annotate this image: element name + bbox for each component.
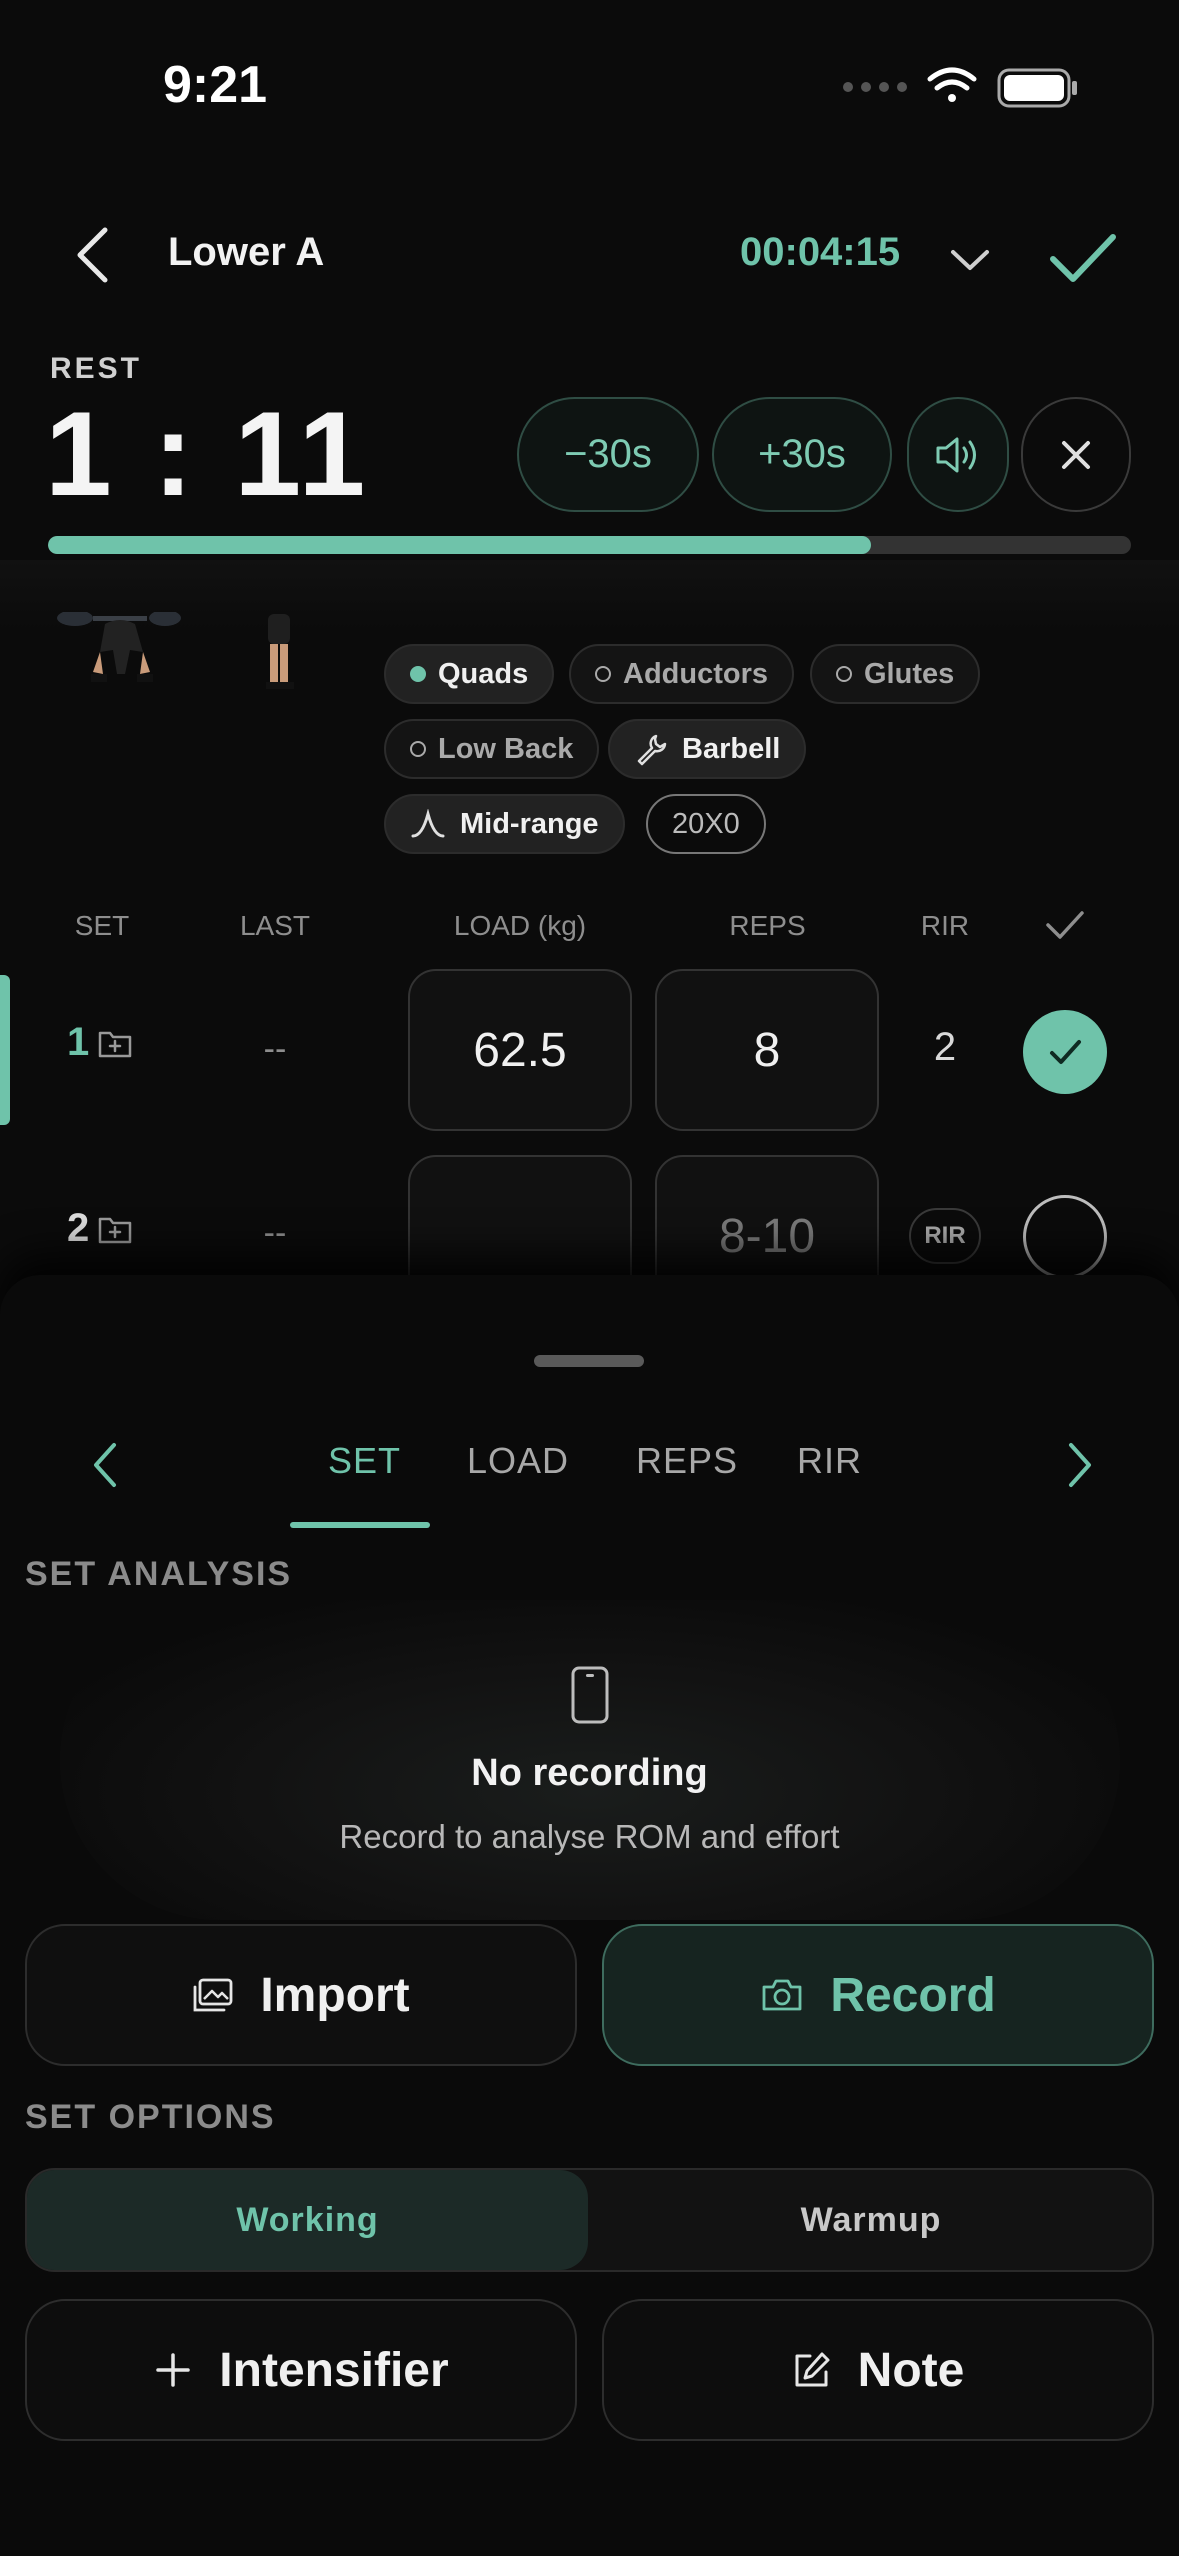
rest-progress-fill bbox=[48, 536, 872, 554]
set-number[interactable]: 2 bbox=[67, 1206, 133, 1251]
add-note-button[interactable]: Note bbox=[602, 2299, 1154, 2441]
rest-countdown: 1 : 11 bbox=[45, 387, 370, 521]
set-type-working[interactable]: Working bbox=[27, 2170, 588, 2270]
intensifier-label: Intensifier bbox=[219, 2343, 449, 2397]
set-complete-toggle[interactable] bbox=[1023, 1195, 1107, 1279]
tab-load[interactable]: LOAD bbox=[467, 1440, 569, 1482]
image-icon bbox=[193, 1978, 233, 2012]
load-input[interactable]: 62.5 bbox=[408, 969, 632, 1131]
dismiss-rest-button[interactable] bbox=[1021, 397, 1131, 512]
active-tab-indicator bbox=[290, 1522, 430, 1528]
tab-set[interactable]: SET bbox=[328, 1440, 401, 1482]
status-bar-time: 9:21 bbox=[163, 56, 268, 114]
no-recording-title: No recording bbox=[471, 1752, 708, 1794]
add-note-icon bbox=[99, 1217, 132, 1243]
finish-workout-check-icon[interactable] bbox=[1045, 225, 1120, 290]
tag-label: Glutes bbox=[864, 657, 955, 690]
rir-value[interactable]: 2 bbox=[905, 1025, 985, 1070]
wifi-icon bbox=[927, 67, 977, 102]
rest-progress-bar bbox=[48, 536, 1131, 554]
tab-rir[interactable]: RIR bbox=[797, 1440, 862, 1482]
exercise-thumbnail-standing bbox=[266, 614, 294, 689]
phone-icon bbox=[571, 1666, 609, 1724]
back-icon[interactable] bbox=[60, 220, 130, 290]
close-icon bbox=[1062, 440, 1090, 469]
tag-barbell[interactable]: Barbell bbox=[608, 719, 807, 779]
workout-title: Lower A bbox=[168, 230, 325, 274]
column-header-set: SET bbox=[74, 910, 130, 941]
rir-input[interactable]: RIR bbox=[909, 1208, 981, 1264]
column-header-reps: REPS bbox=[729, 910, 806, 941]
tag-label: Mid-range bbox=[460, 807, 599, 840]
column-header-check-icon bbox=[1046, 911, 1084, 939]
plus-icon bbox=[156, 2353, 191, 2387]
tag-label: Adductors bbox=[623, 657, 768, 690]
record-video-button[interactable]: Record bbox=[602, 1924, 1154, 2066]
sheet-grabber[interactable] bbox=[534, 1355, 644, 1367]
set-number[interactable]: 1 bbox=[67, 1020, 133, 1065]
no-recording-subtitle: Record to analyse ROM and effort bbox=[339, 1818, 840, 1855]
last-value: -- bbox=[263, 1030, 287, 1068]
tag-label: Low Back bbox=[438, 732, 574, 765]
minus-30s-button[interactable]: −30s bbox=[517, 397, 699, 512]
sound-toggle-button[interactable] bbox=[907, 397, 1009, 512]
tag-glutes[interactable]: Glutes bbox=[810, 644, 981, 704]
set-number-label: 1 bbox=[67, 1020, 90, 1064]
column-header-rir: RIR bbox=[920, 910, 970, 941]
secondary-muscle-dot bbox=[836, 666, 852, 682]
chevron-right-icon[interactable] bbox=[1055, 1435, 1105, 1495]
plus-30s-button[interactable]: +30s bbox=[712, 397, 892, 512]
elapsed-timer[interactable]: 00:04:15 bbox=[740, 230, 900, 275]
set-type-warmup[interactable]: Warmup bbox=[590, 2170, 1152, 2270]
strength-curve-icon bbox=[411, 809, 445, 838]
active-set-indicator bbox=[0, 975, 10, 1125]
import-video-button[interactable]: Import bbox=[25, 1924, 577, 2066]
set-number-label: 2 bbox=[67, 1206, 90, 1250]
set-analysis-heading: SET ANALYSIS bbox=[25, 1555, 293, 1593]
secondary-muscle-dot bbox=[410, 741, 426, 757]
tag-label: Barbell bbox=[682, 732, 781, 765]
chevron-left-icon[interactable] bbox=[80, 1435, 130, 1495]
rest-label: REST bbox=[50, 352, 143, 385]
battery-icon bbox=[997, 68, 1077, 108]
record-label: Record bbox=[830, 1968, 996, 2022]
chevron-down-icon[interactable] bbox=[945, 235, 995, 285]
reps-input[interactable]: 8 bbox=[655, 969, 879, 1131]
speaker-icon bbox=[936, 437, 976, 472]
check-icon bbox=[1050, 1040, 1081, 1064]
tag-tempo[interactable]: 20X0 bbox=[646, 794, 766, 854]
wrench-icon bbox=[637, 734, 667, 766]
add-intensifier-button[interactable]: Intensifier bbox=[25, 2299, 577, 2441]
last-value: -- bbox=[263, 1214, 287, 1252]
note-label: Note bbox=[857, 2343, 965, 2397]
primary-muscle-dot bbox=[410, 666, 426, 682]
add-note-icon bbox=[99, 1031, 132, 1057]
tag-adductors[interactable]: Adductors bbox=[569, 644, 794, 704]
tag-low-back[interactable]: Low Back bbox=[384, 719, 600, 779]
cellular-signal-icon bbox=[843, 82, 907, 92]
tag-label: Quads bbox=[438, 657, 529, 690]
camera-icon bbox=[762, 1979, 802, 2011]
column-header-load: LOAD (kg) bbox=[453, 910, 587, 941]
set-complete-toggle[interactable] bbox=[1023, 1010, 1107, 1094]
column-header-last: LAST bbox=[239, 910, 311, 941]
tab-reps[interactable]: REPS bbox=[636, 1440, 738, 1482]
set-options-heading: SET OPTIONS bbox=[25, 2098, 276, 2136]
exercise-thumbnail-squat bbox=[57, 612, 181, 682]
status-bar-icons bbox=[843, 67, 1077, 108]
tag-quads[interactable]: Quads bbox=[384, 644, 555, 704]
edit-note-icon bbox=[795, 2352, 830, 2387]
tag-mid-range[interactable]: Mid-range bbox=[384, 794, 625, 854]
secondary-muscle-dot bbox=[595, 666, 611, 682]
import-label: Import bbox=[260, 1968, 410, 2022]
